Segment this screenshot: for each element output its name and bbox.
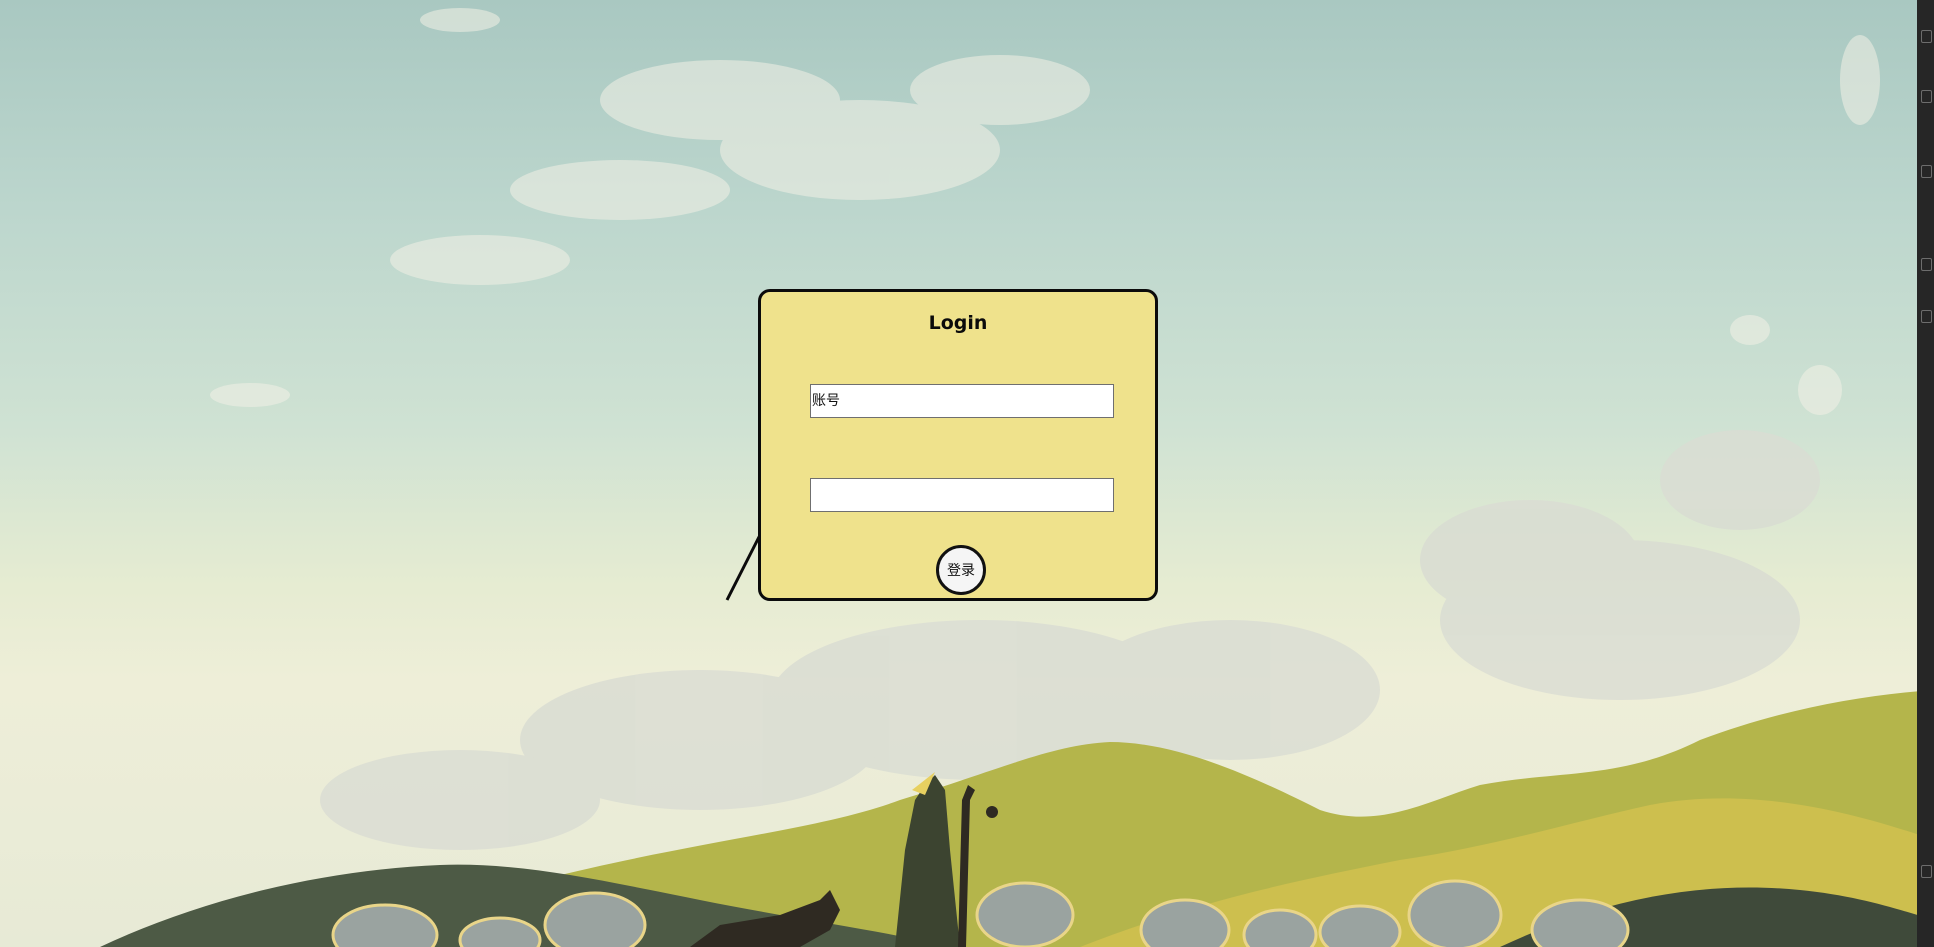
login-title: Login <box>928 312 988 334</box>
browser-side-panel <box>1917 0 1934 947</box>
side-panel-icon[interactable] <box>1921 165 1932 178</box>
side-panel-icon[interactable] <box>1921 865 1932 878</box>
login-button[interactable]: 登录 <box>936 545 986 595</box>
login-panel: Login 登录 <box>758 289 1158 601</box>
account-input[interactable] <box>810 384 1114 418</box>
side-panel-icon[interactable] <box>1921 310 1932 323</box>
password-input[interactable] <box>810 478 1114 512</box>
side-panel-icon[interactable] <box>1921 90 1932 103</box>
side-panel-icon[interactable] <box>1921 30 1932 43</box>
side-panel-icon[interactable] <box>1921 258 1932 271</box>
